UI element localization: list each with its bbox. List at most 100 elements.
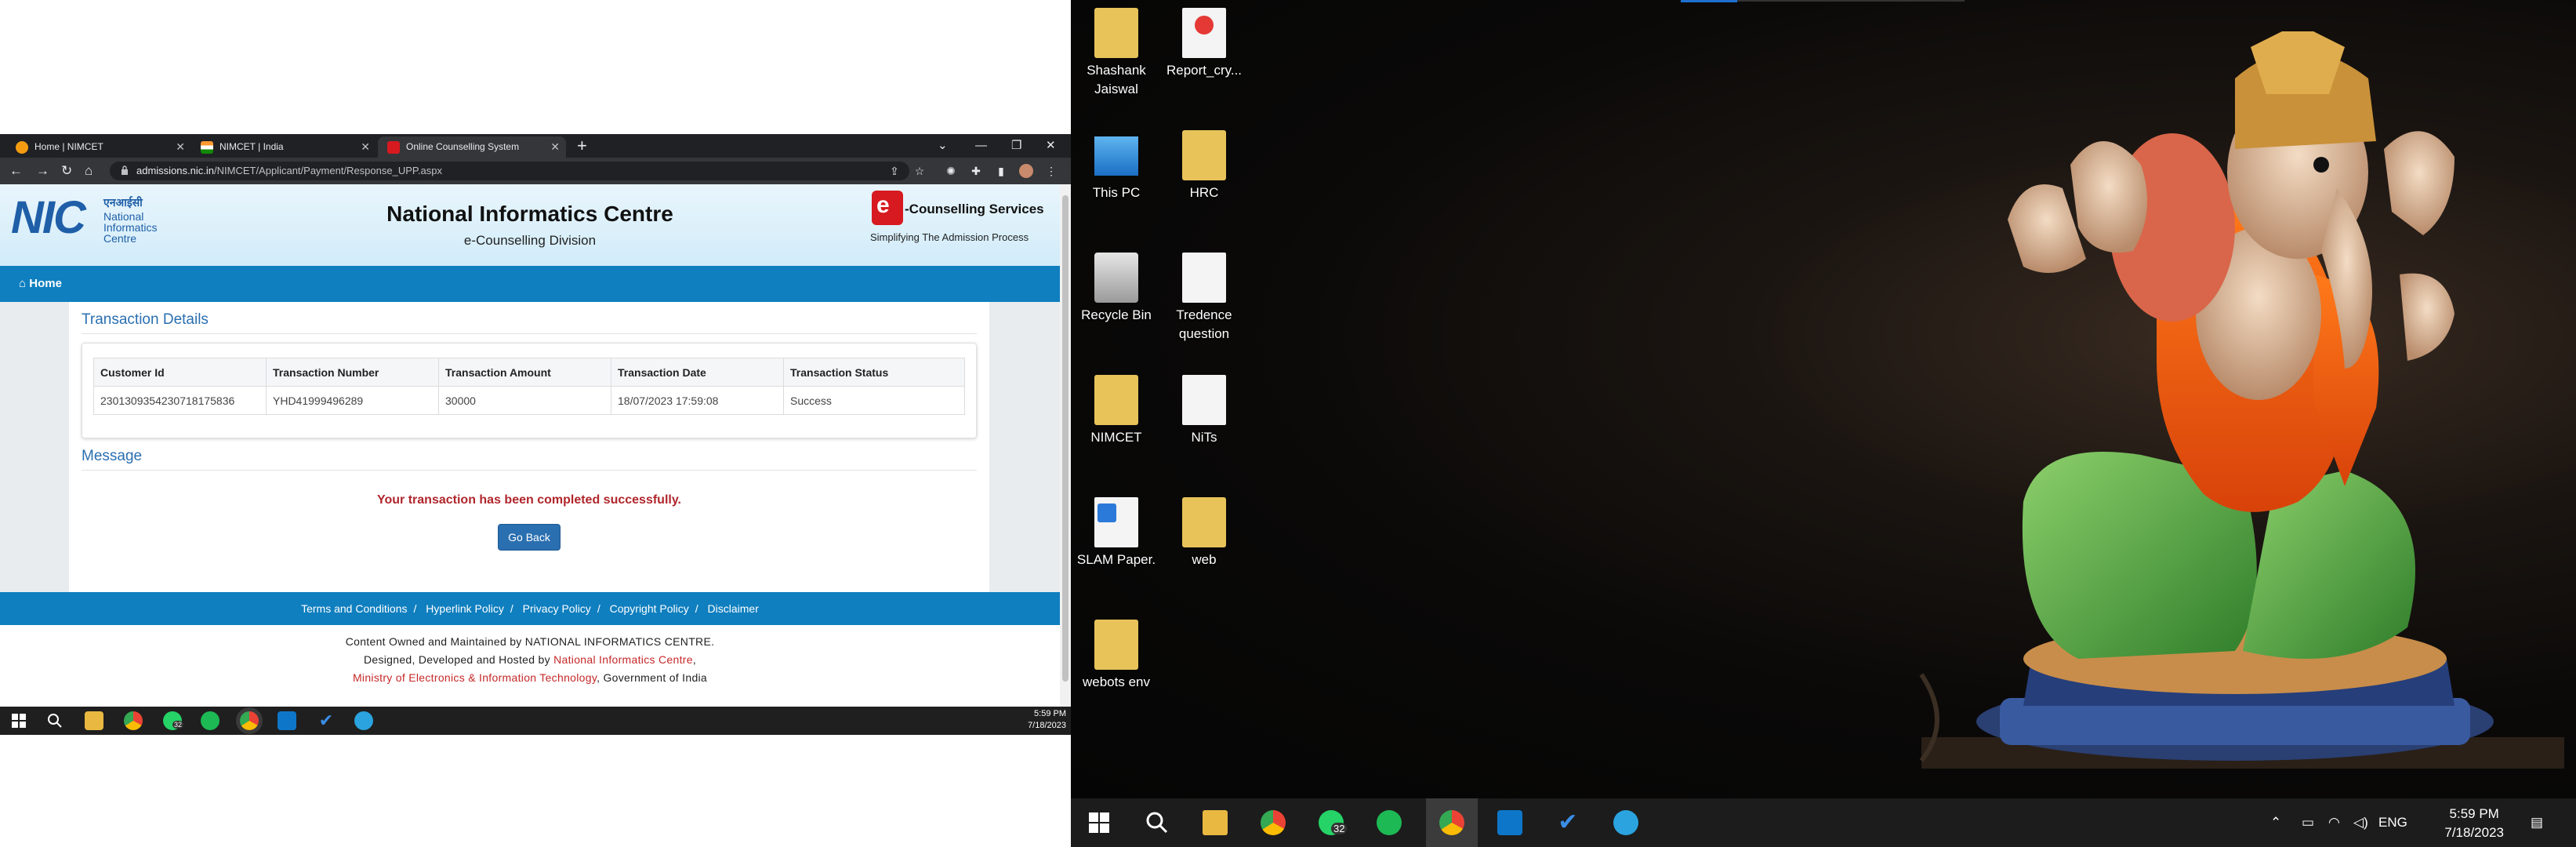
reload-icon[interactable]: ↻ bbox=[61, 158, 72, 184]
user-folder-icon bbox=[1094, 8, 1138, 58]
desktop-icon-recycle-bin[interactable]: Recycle Bin bbox=[1073, 253, 1159, 325]
chrome-active-icon[interactable] bbox=[1439, 810, 1464, 835]
scrollbar-thumb[interactable] bbox=[1062, 195, 1068, 682]
left-clock[interactable]: 5:59 PM 7/18/2023 bbox=[1028, 708, 1066, 732]
desktop-icon-nimcet[interactable]: NIMCET bbox=[1073, 375, 1159, 447]
footer-link-copyright[interactable]: Copyright Policy bbox=[610, 602, 689, 615]
desktop-icon-report[interactable]: Report_cry... bbox=[1161, 8, 1247, 80]
address-bar[interactable]: admissions.nic.in/NIMCET/Applicant/Payme… bbox=[110, 162, 909, 180]
desktop-icon-this-pc[interactable]: This PC bbox=[1073, 130, 1159, 202]
bookmark-star-icon[interactable]: ☆ bbox=[912, 164, 927, 178]
table-header-row: Customer Id Transaction Number Transacti… bbox=[93, 358, 965, 387]
new-tab-button[interactable]: + bbox=[577, 136, 587, 155]
ecounselling-tagline: Simplifying The Admission Process bbox=[870, 231, 1029, 243]
desktop-icon-webots-env[interactable]: webots env bbox=[1073, 620, 1159, 692]
whatsapp-icon[interactable]: 32 bbox=[1319, 810, 1348, 835]
language-indicator[interactable]: ENG bbox=[2378, 798, 2407, 847]
file-explorer-icon[interactable] bbox=[1203, 810, 1228, 835]
footer-links: Terms and Conditions / Hyperlink Policy / … bbox=[0, 592, 1060, 625]
url-text: admissions.nic.in/NIMCET/Applicant/Payme… bbox=[136, 165, 442, 176]
chrome-active-icon[interactable] bbox=[240, 711, 259, 730]
show-hidden-icons-chevron[interactable]: ⌃ bbox=[2270, 798, 2281, 847]
back-icon[interactable]: ← bbox=[9, 158, 23, 184]
browser-toolbar: ← → ↻ ⌂ admissions.nic.in/NIMCET/Applica… bbox=[0, 158, 1071, 184]
transaction-amount-cell: 30000 bbox=[438, 386, 611, 415]
left-taskbar: 32 ✔ 5:59 PM 7/18/2023 bbox=[0, 707, 1071, 735]
desktop-icon-shashank-jaiswal[interactable]: Shashank Jaiswal bbox=[1073, 8, 1159, 99]
column-header: Transaction Number bbox=[266, 358, 439, 387]
file-explorer-icon[interactable] bbox=[85, 711, 103, 730]
telegram-icon[interactable] bbox=[1613, 810, 1638, 835]
top-progress-indicator bbox=[1681, 0, 1737, 2]
footer-link-disclaimer[interactable]: Disclaimer bbox=[708, 602, 759, 615]
wifi-icon[interactable]: ◠ bbox=[2328, 798, 2340, 847]
desktop-icon-web[interactable]: web bbox=[1161, 497, 1247, 569]
home-icon[interactable]: ⌂ bbox=[85, 158, 93, 184]
footer-line: Designed, Developed and Hosted by Nation… bbox=[363, 653, 697, 666]
transaction-table: Customer Id Transaction Number Transacti… bbox=[93, 358, 965, 415]
todo-check-icon[interactable]: ✔ bbox=[1555, 810, 1580, 835]
search-icon[interactable] bbox=[1145, 810, 1170, 835]
spotify-icon[interactable] bbox=[1377, 810, 1402, 835]
main-content: Transaction Details Customer Id Transact… bbox=[69, 302, 989, 592]
minimize-button[interactable]: — bbox=[975, 134, 987, 158]
search-icon[interactable] bbox=[45, 711, 64, 730]
transaction-panel: Customer Id Transaction Number Transacti… bbox=[82, 343, 977, 438]
telegram-icon[interactable] bbox=[354, 711, 373, 730]
desktop-icon-nits[interactable]: NiTs bbox=[1161, 375, 1247, 447]
battery-icon[interactable]: ▭ bbox=[2302, 798, 2314, 847]
close-tab-icon[interactable]: ✕ bbox=[361, 136, 370, 158]
close-window-button[interactable]: ✕ bbox=[1046, 134, 1056, 158]
page-viewport: NIC एनआईसी National Informatics Centre N… bbox=[0, 184, 1060, 707]
customer-id-cell: 230130935423071817583​6 bbox=[93, 386, 267, 415]
todo-check-icon[interactable]: ✔ bbox=[317, 711, 336, 730]
spotify-icon[interactable] bbox=[201, 711, 220, 730]
computer-icon bbox=[1094, 136, 1138, 176]
success-message: Your transaction has been completed succ… bbox=[377, 493, 681, 507]
notification-center-icon[interactable]: ▤ bbox=[2531, 798, 2543, 847]
extension-icon[interactable]: ✺ bbox=[944, 164, 958, 178]
close-tab-icon[interactable]: ✕ bbox=[176, 136, 185, 158]
site-header: NIC एनआईसी National Informatics Centre N… bbox=[0, 184, 1060, 266]
forward-icon[interactable]: → bbox=[36, 158, 49, 184]
go-back-button[interactable]: Go Back bbox=[498, 524, 561, 551]
chrome-icon[interactable] bbox=[1261, 810, 1286, 835]
folder-icon bbox=[1094, 375, 1138, 425]
extensions-puzzle-icon[interactable]: ✚ bbox=[969, 164, 983, 178]
tab-home-nimcet[interactable]: Home | NIMCET ✕ bbox=[6, 136, 191, 158]
vscode-icon[interactable] bbox=[1497, 810, 1522, 835]
nav-home-link[interactable]: ⌂ Home bbox=[19, 266, 62, 302]
tab-search-icon[interactable]: ⌄ bbox=[938, 134, 948, 158]
profile-avatar[interactable] bbox=[1019, 164, 1033, 178]
tab-label: NIMCET | India bbox=[220, 141, 284, 152]
lock-icon bbox=[122, 165, 128, 175]
close-tab-icon[interactable]: ✕ bbox=[550, 136, 560, 158]
tab-online-counselling[interactable]: Online Counselling System ✕ bbox=[378, 136, 566, 158]
tab-nimcet-india[interactable]: NIMCET | India ✕ bbox=[191, 136, 376, 158]
nic-link[interactable]: National Informatics Centre bbox=[553, 653, 693, 666]
share-icon[interactable]: ⇪ bbox=[887, 164, 902, 178]
vscode-icon[interactable] bbox=[278, 711, 296, 730]
side-panel-icon[interactable]: ▮ bbox=[994, 164, 1008, 178]
column-header: Transaction Status bbox=[783, 358, 965, 387]
windows-start-icon[interactable] bbox=[9, 711, 28, 730]
restore-button[interactable]: ❐ bbox=[1011, 134, 1021, 158]
meity-link[interactable]: Ministry of Electronics & Information Te… bbox=[353, 671, 597, 684]
whatsapp-icon[interactable]: 32 bbox=[163, 711, 184, 730]
ganesha-idol-image bbox=[1919, 31, 2564, 769]
right-clock[interactable]: 5:59 PM 7/18/2023 bbox=[2444, 805, 2504, 842]
desktop-icon-slam-paper[interactable]: SLAM Paper. bbox=[1073, 497, 1159, 569]
footer-link-hyperlink[interactable]: Hyperlink Policy bbox=[426, 602, 504, 615]
footer-link-terms[interactable]: Terms and Conditions bbox=[301, 602, 407, 615]
menu-kebab-icon[interactable]: ⋮ bbox=[1044, 164, 1058, 178]
folder-icon bbox=[1182, 497, 1226, 547]
tab-label: Online Counselling System bbox=[406, 141, 520, 152]
desktop-icon-hrc[interactable]: HRC bbox=[1161, 130, 1247, 202]
desktop-icon-tredence-question[interactable]: Tredence question bbox=[1161, 253, 1247, 344]
page-scrollbar[interactable] bbox=[1060, 184, 1071, 707]
column-header: Transaction Amount bbox=[438, 358, 611, 387]
volume-icon[interactable]: ◁) bbox=[2353, 798, 2368, 847]
footer-link-privacy[interactable]: Privacy Policy bbox=[523, 602, 591, 615]
windows-start-icon[interactable] bbox=[1087, 810, 1112, 835]
chrome-icon[interactable] bbox=[124, 711, 143, 730]
